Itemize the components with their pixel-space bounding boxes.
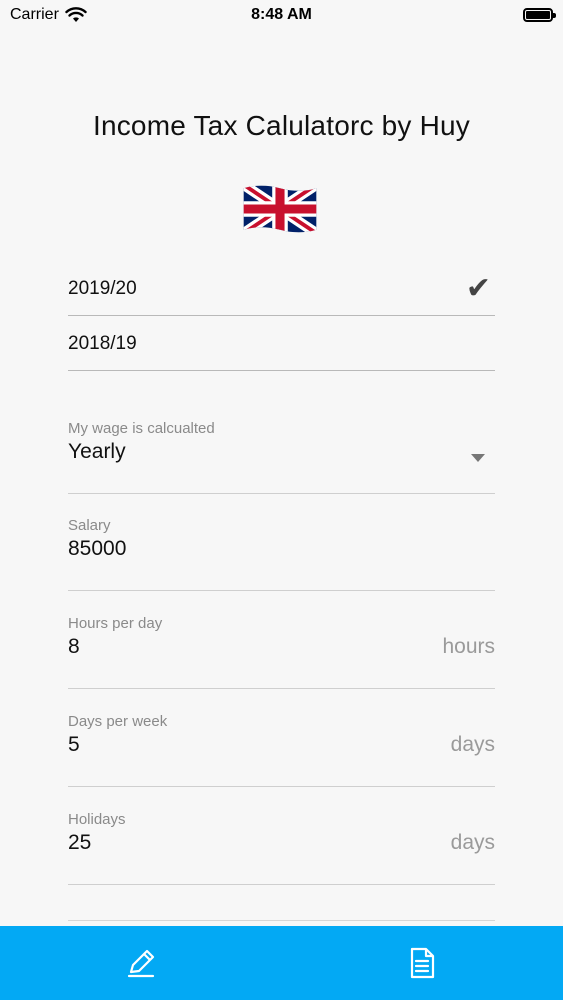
status-bar: Carrier 8:48 AM <box>0 0 563 30</box>
salary-label: Salary <box>68 517 111 534</box>
wifi-icon <box>65 7 87 22</box>
tab-bar <box>0 926 563 1000</box>
hours-per-day-input[interactable]: 8 <box>68 635 80 659</box>
tab-results[interactable] <box>282 926 563 1000</box>
hours-suffix: hours <box>442 635 495 658</box>
tax-year-option-2019-20[interactable]: 2019/20 ✔ <box>68 262 495 316</box>
checkmark-icon: ✔ <box>465 271 491 305</box>
carrier-label: Carrier <box>10 6 59 23</box>
hours-per-day-label: Hours per day <box>68 615 163 632</box>
tax-year-option-2018-19[interactable]: 2018/19 <box>68 317 495 371</box>
wage-period-select[interactable]: My wage is calcualted Yearly <box>68 420 495 494</box>
days-per-week-field[interactable]: Days per week 5 days <box>68 713 495 787</box>
holidays-input[interactable]: 25 <box>68 831 91 855</box>
page-title: Income Tax Calulatorc by Huy <box>92 110 471 141</box>
salary-field[interactable]: Salary 85000 <box>68 517 495 591</box>
battery-icon <box>523 8 556 22</box>
days-per-week-input[interactable]: 5 <box>68 733 80 757</box>
tab-input[interactable] <box>0 926 282 1000</box>
dropdown-arrow-icon <box>471 454 485 462</box>
hours-per-day-field[interactable]: Hours per day 8 hours <box>68 615 495 689</box>
divider <box>68 920 495 921</box>
days-suffix: days <box>450 733 495 756</box>
days-per-week-label: Days per week <box>68 713 168 730</box>
tax-year-label: 2018/19 <box>68 332 137 354</box>
wage-period-label: My wage is calcualted <box>68 420 215 437</box>
document-icon <box>411 947 435 979</box>
holidays-label: Holidays <box>68 811 126 828</box>
holidays-suffix: days <box>450 831 495 854</box>
uk-flag-icon <box>243 185 317 233</box>
wage-period-value: Yearly <box>68 440 126 463</box>
salary-input[interactable]: 85000 <box>68 537 126 561</box>
holidays-field[interactable]: Holidays 25 days <box>68 811 495 885</box>
pencil-icon <box>127 949 154 978</box>
tax-year-label: 2019/20 <box>68 277 137 299</box>
